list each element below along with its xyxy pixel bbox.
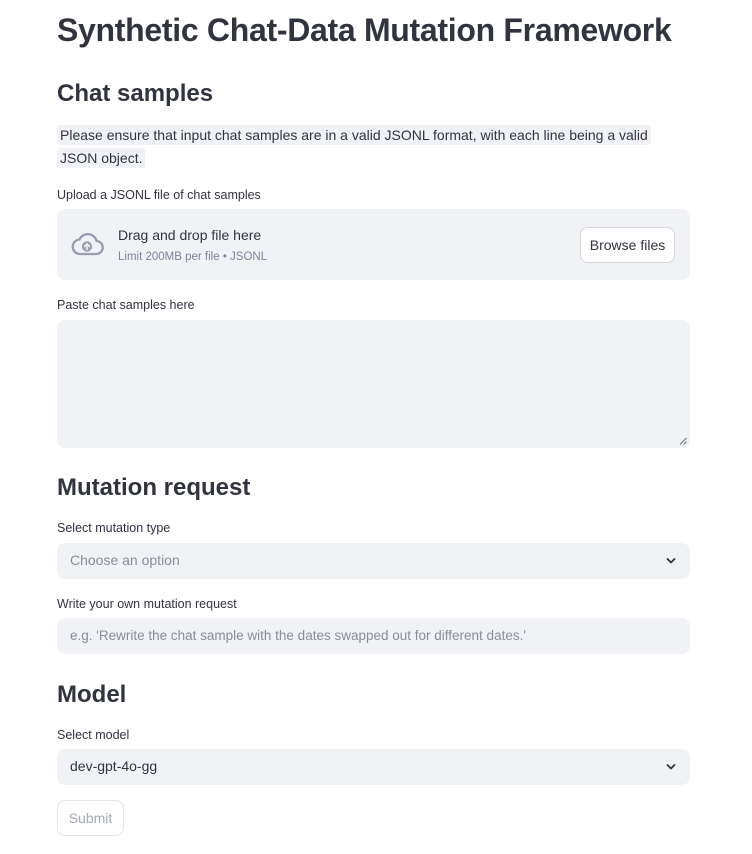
custom-mutation-placeholder: e.g. 'Rewrite the chat sample with the d… [70,628,526,643]
mutation-request-heading: Mutation request [57,474,251,501]
model-heading: Model [57,681,127,708]
paste-label: Paste chat samples here [57,298,195,312]
chat-samples-textarea[interactable] [57,320,690,448]
custom-mutation-input[interactable]: e.g. 'Rewrite the chat sample with the d… [57,618,690,654]
custom-mutation-label: Write your own mutation request [57,597,237,611]
model-select-label: Select model [57,728,130,742]
cloud-upload-icon [71,232,104,256]
chat-samples-heading: Chat samples [57,80,214,107]
browse-files-button[interactable]: Browse files [580,227,675,263]
format-note: Please ensure that input chat samples ar… [57,124,667,170]
file-dropzone[interactable]: Drag and drop file here Limit 200MB per … [57,209,690,280]
submit-button[interactable]: Submit [57,800,124,836]
model-select[interactable]: dev-gpt-4o-gg [57,749,690,785]
format-note-text: Please ensure that input chat samples ar… [57,125,651,168]
upload-label: Upload a JSONL file of chat samples [57,188,261,202]
dropzone-instructions: Drag and drop file here [118,227,262,243]
dropzone-limit: Limit 200MB per file • JSONL [118,251,268,263]
mutation-type-placeholder: Choose an option [70,552,180,568]
chevron-down-icon [666,558,676,564]
chevron-down-icon [666,764,676,770]
mutation-type-select[interactable]: Choose an option [57,543,690,579]
resize-handle-icon[interactable] [679,437,687,445]
model-selected-value: dev-gpt-4o-gg [70,758,158,774]
page-title: Synthetic Chat-Data Mutation Framework [57,12,672,48]
mutation-type-label: Select mutation type [57,521,171,535]
